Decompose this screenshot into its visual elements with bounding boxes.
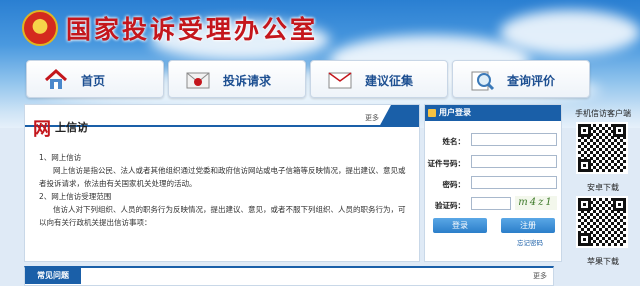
nav-home-label: 首页 (81, 74, 106, 88)
panel-big-char: 网 (33, 119, 51, 140)
mobile-client-label: 手机信访客户端 (575, 109, 631, 118)
register-button[interactable]: 注册 (501, 218, 555, 233)
house-icon (44, 68, 68, 89)
login-header: 用户登录 (425, 105, 561, 121)
android-download-label[interactable]: 安卓下载 (566, 182, 640, 193)
item2-heading: 2、网上信访受理范围 (39, 192, 112, 201)
login-button[interactable]: 登录 (433, 218, 487, 233)
item1-text: 网上信访是指公民、法人或者其他组织通过党委和政府信访网站或电子信箱等反映情况，提… (39, 166, 406, 188)
user-icon (428, 109, 436, 117)
captcha-image[interactable]: m4z1 (515, 196, 557, 210)
captcha-input[interactable] (471, 197, 511, 210)
magnifier-icon (471, 71, 495, 91)
faq-tab[interactable]: 常见问题 (25, 268, 81, 284)
site-title: 国家投诉受理办公室 (66, 15, 319, 44)
nav-complaint-label: 投诉请求 (223, 74, 272, 88)
apple-download-label[interactable]: 苹果下载 (566, 256, 640, 267)
item2-text: 信访人对下列组织、人员的职务行为反映情况，提出建议、意见，或者不服下列组织、人员… (39, 205, 406, 227)
faq-panel: 常见问题 更多 (24, 266, 554, 286)
password-input[interactable] (471, 176, 557, 189)
password-label: 密码： (442, 180, 466, 189)
name-label: 姓名： (442, 137, 466, 146)
nav-suggestion-label: 建议征集 (365, 74, 414, 88)
captcha-label: 验证码： (435, 201, 465, 210)
panel-body: 1、网上信访 网上信访是指公民、法人或者其他组织通过党委和政府信访网站或电子信箱… (39, 151, 411, 229)
envelope-icon (186, 72, 210, 89)
nav-query-button[interactable]: 查询评价 (452, 60, 590, 98)
panel-more-link[interactable]: 更多 (365, 113, 379, 123)
id-number-input[interactable] (471, 155, 557, 168)
forgot-password-link[interactable]: 忘记密码 (517, 237, 543, 247)
login-header-label: 用户登录 (439, 108, 471, 117)
mail-icon (328, 72, 352, 89)
login-panel: 用户登录 姓名： 证件号码： 密码： 验证码： m4z1 登录 注册 忘记密码 (424, 104, 562, 262)
item1-heading: 1、网上信访 (39, 153, 82, 162)
name-input[interactable] (471, 133, 557, 146)
nav-suggestion-button[interactable]: 建议征集 (310, 60, 448, 98)
mobile-client-column: 手机信访客户端 安卓下载 苹果下载 (566, 104, 640, 286)
android-qr-code (576, 122, 628, 174)
id-number-label: 证件号码： (427, 159, 466, 168)
faq-more-link[interactable]: 更多 (533, 271, 547, 281)
apple-qr-code (576, 196, 628, 248)
online-petition-panel: 网 上信访 更多 1、网上信访 网上信访是指公民、法人或者其他组织通过党委和政府… (24, 104, 420, 262)
nav-home-button[interactable]: 首页 (26, 60, 164, 98)
national-emblem-icon (22, 10, 58, 46)
nav-complaint-button[interactable]: 投诉请求 (168, 60, 306, 98)
nav-query-label: 查询评价 (507, 74, 556, 88)
panel-title: 上信访 (55, 121, 88, 134)
